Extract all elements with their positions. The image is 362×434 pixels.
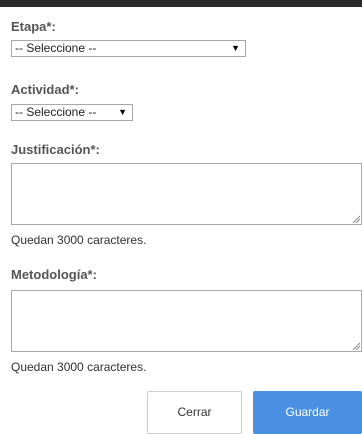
resize-grip-icon[interactable] xyxy=(352,342,360,350)
caret-down-icon: ▼ xyxy=(118,107,127,117)
caret-down-icon: ▼ xyxy=(231,43,240,53)
actividad-label: Actividad*: xyxy=(11,82,79,97)
actividad-select-value: -- Seleccione -- xyxy=(15,105,97,119)
justificacion-label: Justificación*: xyxy=(11,142,100,157)
etapa-select-value: -- Seleccione -- xyxy=(15,41,97,55)
etapa-select[interactable]: -- Seleccione -- ▼ xyxy=(11,40,246,57)
metodologia-label: Metodología*: xyxy=(11,267,97,282)
metodologia-textarea[interactable] xyxy=(11,290,362,352)
metodologia-char-counter: Quedan 3000 caracteres. xyxy=(11,360,147,374)
cerrar-button[interactable]: Cerrar xyxy=(147,391,242,434)
justificacion-textarea[interactable] xyxy=(11,163,362,225)
guardar-button[interactable]: Guardar xyxy=(253,391,362,434)
resize-grip-icon[interactable] xyxy=(352,215,360,223)
header-strip xyxy=(0,0,362,7)
actividad-select[interactable]: -- Seleccione -- ▼ xyxy=(11,104,133,121)
justificacion-char-counter: Quedan 3000 caracteres. xyxy=(11,233,147,247)
etapa-label: Etapa*: xyxy=(11,19,56,34)
